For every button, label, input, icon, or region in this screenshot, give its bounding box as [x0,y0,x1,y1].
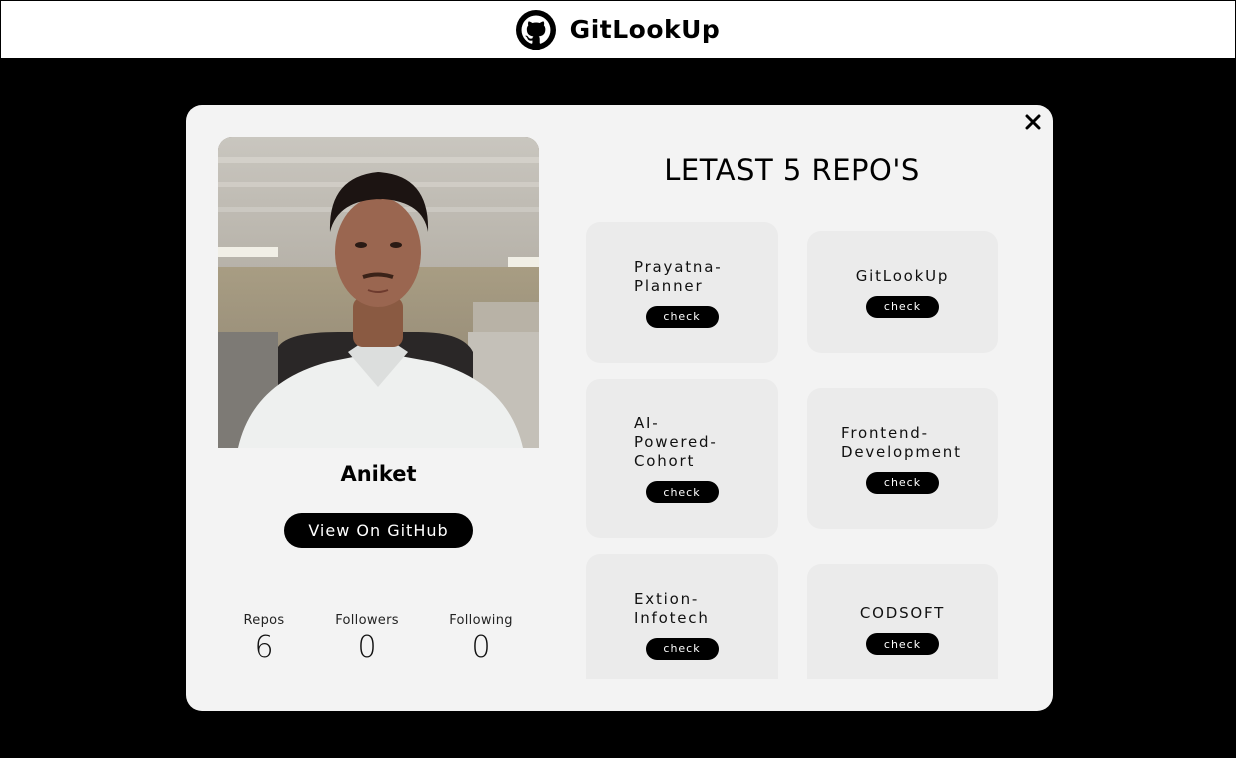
stat-followers: Followers 0 [312,613,422,665]
repo-name: Prayatna-Planner [634,257,723,295]
profile-modal: Aniket View On GitHub Repos 6 Followers … [186,105,1053,711]
check-button[interactable]: check [866,471,939,494]
avatar [218,137,539,448]
repo-card: Frontend-Development check [807,388,998,529]
repo-card: AI-Powered-Cohort check [586,379,778,538]
check-button[interactable]: check [645,481,719,503]
stat-value: 6 [254,630,274,665]
repo-name: Extion-Infotech [634,589,710,627]
repo-name: CODSOFT [859,604,946,622]
repo-card: Extion-Infotech check [586,554,778,695]
brand[interactable]: GitLookUp [515,9,721,50]
stat-value: 0 [471,630,491,665]
repo-card: GitLookUp check [807,231,998,353]
profile-name: Aniket [340,462,417,486]
repo-card: CODSOFT check [807,564,998,695]
check-button[interactable]: check [866,633,939,655]
top-navbar: GitLookUp [0,0,1236,59]
stat-label: Repos [243,613,285,628]
stat-label: Followers [335,613,399,628]
stat-label: Following [449,613,513,628]
stat-repos: Repos 6 [209,613,319,665]
repo-list-clip [576,679,1016,711]
repo-name: Frontend-Development [841,423,962,461]
repo-name: AI-Powered-Cohort [634,414,718,470]
repos-title: LETAST 5 REPO'S [664,153,920,187]
stat-following: Following 0 [426,613,536,665]
check-button[interactable]: check [645,637,719,660]
github-octocat-icon [515,9,556,50]
close-icon[interactable] [1022,111,1044,133]
stat-value: 0 [357,630,377,665]
check-button[interactable]: check [645,305,719,328]
app-title: GitLookUp [569,15,721,44]
check-button[interactable]: check [866,295,939,318]
repo-name: GitLookUp [855,266,950,285]
view-on-github-button[interactable]: View On GitHub [284,513,473,548]
repo-card: Prayatna-Planner check [586,222,778,363]
